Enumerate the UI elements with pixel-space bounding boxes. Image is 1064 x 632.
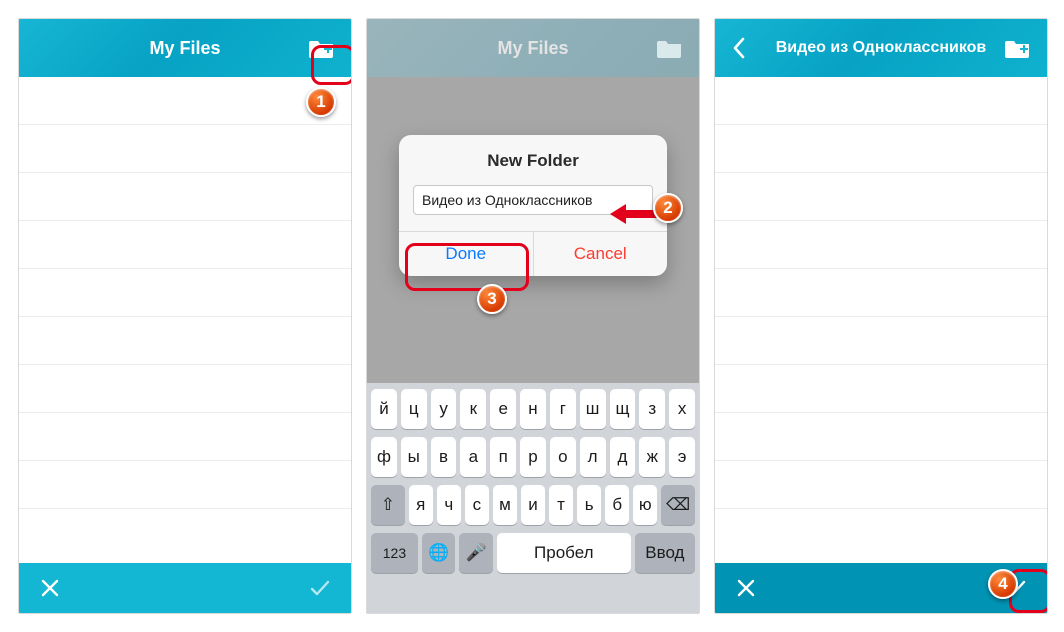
list-row xyxy=(715,125,1047,173)
keyboard-key[interactable]: д xyxy=(610,437,636,477)
list-row xyxy=(715,173,1047,221)
dialog-button-row: Done Cancel xyxy=(399,231,667,276)
folder-plus-icon xyxy=(657,37,683,59)
keyboard: йцукенгшщзх фывапролджэ ⇧ячсмитьбю⌫ 123🌐… xyxy=(367,383,699,613)
keyboard-key[interactable]: 123 xyxy=(371,533,418,573)
keyboard-key[interactable]: ь xyxy=(577,485,601,525)
keyboard-key[interactable]: п xyxy=(490,437,516,477)
cancel-button[interactable] xyxy=(35,573,65,603)
list-row xyxy=(715,461,1047,509)
keyboard-key[interactable]: э xyxy=(669,437,695,477)
cancel-button[interactable] xyxy=(731,573,761,603)
keyboard-key[interactable]: м xyxy=(493,485,517,525)
screen-title: My Files xyxy=(149,38,220,59)
keyboard-key[interactable]: 🎤 xyxy=(459,533,492,573)
step-badge-2: 2 xyxy=(653,193,683,223)
keyboard-key[interactable]: ⇧ xyxy=(371,485,405,525)
phone-screen-3: Видео из Одноклассников xyxy=(714,18,1048,614)
confirm-button[interactable] xyxy=(305,573,335,603)
keyboard-key[interactable]: Пробел xyxy=(497,533,631,573)
screen-title: Видео из Одноклассников xyxy=(776,39,987,57)
keyboard-key[interactable]: г xyxy=(550,389,576,429)
keyboard-key[interactable]: в xyxy=(431,437,457,477)
close-icon xyxy=(40,578,60,598)
keyboard-key[interactable]: ⌫ xyxy=(661,485,695,525)
keyboard-key[interactable]: ю xyxy=(633,485,657,525)
top-bar: Видео из Одноклассников xyxy=(715,19,1047,77)
new-folder-button[interactable] xyxy=(649,19,691,77)
list-row xyxy=(19,125,351,173)
list-row xyxy=(19,221,351,269)
new-folder-button[interactable] xyxy=(301,19,343,77)
chevron-left-icon xyxy=(732,37,746,59)
keyboard-key[interactable]: я xyxy=(409,485,433,525)
keyboard-key[interactable]: х xyxy=(669,389,695,429)
keyboard-key[interactable]: а xyxy=(460,437,486,477)
list-row xyxy=(19,365,351,413)
keyboard-key[interactable]: л xyxy=(580,437,606,477)
list-row xyxy=(715,77,1047,125)
keyboard-key[interactable]: ч xyxy=(437,485,461,525)
phone-screen-1: My Files xyxy=(18,18,352,614)
keyboard-key[interactable]: е xyxy=(490,389,516,429)
keyboard-key[interactable]: ф xyxy=(371,437,397,477)
list-row xyxy=(19,317,351,365)
keyboard-key[interactable]: ы xyxy=(401,437,427,477)
keyboard-key[interactable]: с xyxy=(465,485,489,525)
list-row xyxy=(715,317,1047,365)
screen-title: My Files xyxy=(497,38,568,59)
keyboard-key[interactable]: й xyxy=(371,389,397,429)
close-icon xyxy=(736,578,756,598)
keyboard-key[interactable]: т xyxy=(549,485,573,525)
top-bar: My Files xyxy=(367,19,699,77)
list-row xyxy=(715,221,1047,269)
check-icon xyxy=(309,578,331,598)
keyboard-key[interactable]: н xyxy=(520,389,546,429)
dialog-title: New Folder xyxy=(399,135,667,181)
keyboard-key[interactable]: и xyxy=(521,485,545,525)
keyboard-key[interactable]: ш xyxy=(580,389,606,429)
list-row xyxy=(19,461,351,509)
keyboard-key[interactable]: з xyxy=(639,389,665,429)
step-badge-4: 4 xyxy=(988,569,1018,599)
new-folder-button[interactable] xyxy=(997,19,1039,77)
list-row xyxy=(19,173,351,221)
file-list xyxy=(715,77,1047,563)
list-row xyxy=(715,413,1047,461)
keyboard-key[interactable]: 🌐 xyxy=(422,533,455,573)
step-badge-3: 3 xyxy=(477,284,507,314)
keyboard-key[interactable]: о xyxy=(550,437,576,477)
keyboard-key[interactable]: ж xyxy=(639,437,665,477)
cancel-button[interactable]: Cancel xyxy=(534,232,668,276)
list-row xyxy=(19,77,351,125)
keyboard-key[interactable]: Ввод xyxy=(635,533,695,573)
keyboard-key[interactable]: ц xyxy=(401,389,427,429)
top-bar: My Files xyxy=(19,19,351,77)
keyboard-key[interactable]: р xyxy=(520,437,546,477)
file-list xyxy=(19,77,351,563)
folder-plus-icon xyxy=(309,37,335,59)
bottom-bar xyxy=(19,563,351,613)
list-row xyxy=(19,269,351,317)
folder-plus-icon xyxy=(1005,37,1031,59)
list-row xyxy=(715,365,1047,413)
done-button[interactable]: Done xyxy=(399,232,534,276)
list-row xyxy=(715,269,1047,317)
list-row xyxy=(19,413,351,461)
keyboard-key[interactable]: у xyxy=(431,389,457,429)
keyboard-key[interactable]: к xyxy=(460,389,486,429)
back-button[interactable] xyxy=(721,19,757,77)
step-badge-1: 1 xyxy=(306,87,336,117)
keyboard-key[interactable]: б xyxy=(605,485,629,525)
phone-screen-2: My Files New Folder Done Cancel йцукенгш… xyxy=(366,18,700,614)
keyboard-key[interactable]: щ xyxy=(610,389,636,429)
